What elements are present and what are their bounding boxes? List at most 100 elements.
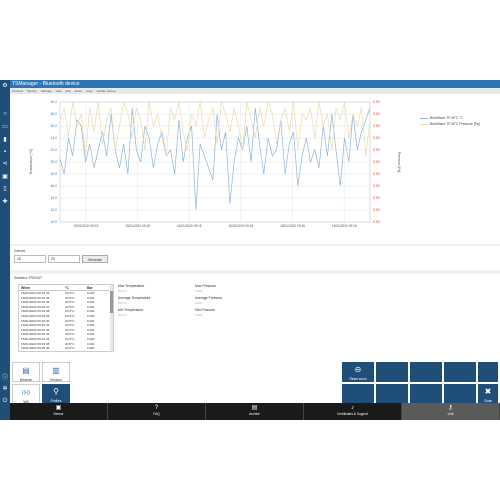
column-header[interactable]: Bar (87, 285, 109, 290)
power-icon[interactable]: ⏻ (2, 398, 8, 404)
table-cell: 0.001 (87, 351, 109, 352)
interval-label: Interval (14, 249, 26, 253)
stat-label: Max Pressure (195, 284, 216, 288)
close-icon: ✖ (484, 387, 492, 396)
book-icon[interactable]: ▯ (2, 186, 8, 192)
tile-label: Reset zoom (349, 377, 367, 381)
nav-archive[interactable]: ▤ Archive (206, 403, 304, 420)
tile-label: Measure (19, 378, 33, 382)
menu-item[interactable]: About (74, 89, 82, 93)
nav-sensor[interactable]: ▣ Sensor (10, 403, 108, 420)
y-tick-label: 10.0 (50, 220, 57, 224)
statistics-panel: Statistics TRHOAT When °C Bar 15/01/2020… (10, 274, 500, 360)
battery-icon[interactable]: ▮ (2, 137, 8, 143)
menu-item[interactable]: Logs (86, 89, 93, 93)
stat-value: 0.001 (195, 313, 203, 317)
nav-label: Sensor (53, 412, 64, 416)
stat-label: Average Pressure (195, 296, 223, 300)
interval-to-input[interactable]: 25 (48, 255, 80, 263)
y-tick-label: 14.0 (50, 196, 57, 200)
y2-tick-label: 0.00 (373, 208, 380, 212)
nav-label: FAQ (153, 412, 160, 416)
stat-value: 30.0°C (118, 289, 128, 293)
nav-certificates[interactable]: ♪ Certificates & Support (304, 403, 402, 420)
measure-tile[interactable]: ▤ Measure (12, 362, 40, 382)
y-tick-label: 26.0 (50, 124, 57, 128)
x-tick-label: 15/01/2020 09:15 (73, 224, 98, 228)
menu-item[interactable]: Settings (41, 89, 52, 93)
y-tick-label: 28.0 (50, 112, 57, 116)
gear-icon[interactable]: ✲ (2, 386, 8, 392)
x-tick-label: 15/01/2020 09:15 (125, 224, 150, 228)
column-header[interactable]: °C (65, 285, 87, 290)
column-header[interactable]: When (19, 285, 65, 290)
legend-swatch (420, 118, 428, 119)
interval-from-input[interactable]: 15 (14, 255, 46, 263)
legend-label: BlueWave TF-BTC Pressure [Pa] (430, 122, 480, 126)
y-tick-label: 20.0 (50, 160, 57, 164)
data-table: When °C Bar 15/01/2020 09:15:34 20.4°C 0.0… (18, 284, 114, 352)
empty-tile[interactable] (444, 384, 476, 404)
legend-label: BlueWave TF-BTC °C (430, 116, 464, 120)
display-icon[interactable]: ▣ (2, 174, 8, 180)
legend-item[interactable]: BlueWave TF-BTC Pressure [Pa] (420, 122, 500, 126)
key-icon: ⚷ (448, 405, 453, 411)
statistics-title: Statistics TRHOAT (14, 276, 43, 280)
menu-item[interactable]: Monitor (27, 89, 37, 93)
circle-icon[interactable]: ○ (2, 111, 8, 117)
y2-tick-label: 0.00 (373, 148, 380, 152)
wifi-tile[interactable]: ((•)) Wifi (12, 384, 40, 404)
empty-tile[interactable] (410, 362, 442, 382)
y-tick-label: 16.0 (50, 184, 57, 188)
help-icon: ? (154, 405, 159, 411)
sensors-tile[interactable]: ▥ Sensors (42, 362, 70, 382)
info-icon[interactable]: ⓘ (2, 375, 8, 381)
empty-tile[interactable] (444, 362, 476, 382)
y-tick-label: 22.0 (50, 148, 57, 152)
x-tick-label: 15/01/2020 09:16 (280, 224, 305, 228)
nav-label: Archive (249, 412, 260, 416)
monitor-icon[interactable]: ▭ (2, 124, 8, 130)
y2-tick-label: 0.00 (373, 112, 380, 116)
empty-tile[interactable] (410, 384, 442, 404)
sidebar: ⚙ ○ ▭ ▮ ▪ ⋖ ▣ ▯ ✚ ⓘ ✲ ⏻ (0, 80, 10, 420)
stat-value: 10.0°C (118, 313, 128, 317)
window-title: TSManager - Bluetooth device (10, 80, 500, 88)
menu-item[interactable]: Exit (66, 89, 71, 93)
empty-tile[interactable] (376, 362, 408, 382)
y2-tick-label: 0.00 (373, 100, 380, 104)
lock-icon[interactable]: ▪ (2, 149, 8, 155)
menu-item[interactable]: Help (56, 89, 62, 93)
bar-icon: ▥ (52, 366, 60, 375)
scroll-thumb[interactable] (110, 291, 113, 313)
empty-tile[interactable] (342, 384, 374, 404)
table-cell: 20.5°C (65, 351, 87, 352)
table-scrollbar[interactable] (110, 285, 113, 351)
empty-tile[interactable] (376, 384, 408, 404)
archive-icon: ▤ (251, 405, 258, 411)
y-axis-label: Temperature [°C] (29, 149, 33, 175)
reset-zoom-tile[interactable]: ⊖ Reset zoom (342, 362, 374, 382)
empty-tile[interactable] (478, 362, 498, 382)
bottom-navigation: ▣ Sensor ? FAQ ▤ Archive ♪ Certificates … (10, 403, 500, 420)
menu-item[interactable]: Update device (96, 89, 115, 93)
nav-faq[interactable]: ? FAQ (108, 403, 206, 420)
x-tick-label: 15/01/2020 09:16 (332, 224, 357, 228)
x-tick-label: 15/01/2020 09:15 (228, 224, 253, 228)
y2-tick-label: 0.00 (373, 124, 380, 128)
nav-unit[interactable]: ⚷ Unit (402, 403, 500, 420)
menu-item[interactable]: Connect (12, 89, 23, 93)
y2-tick-label: 0.00 (373, 172, 380, 176)
legend-item[interactable]: BlueWave TF-BTC °C (420, 116, 500, 120)
y-tick-label: 30.0 (50, 100, 57, 104)
puzzle-icon[interactable]: ✚ (2, 199, 8, 205)
table-row[interactable]: 15/01/2020 09:15:4720.5°C0.001 (19, 351, 113, 352)
close-tile[interactable]: ✖ Close (478, 384, 498, 404)
share-icon[interactable]: ⋖ (2, 161, 8, 167)
y2-tick-label: 0.00 (373, 184, 380, 188)
settings-icon[interactable]: ⚙ (2, 83, 8, 89)
y2-tick-label: 0.00 (373, 196, 380, 200)
generate-button[interactable]: Generate (82, 255, 108, 263)
profiles-tile[interactable]: ⚲ Profiles (42, 384, 70, 404)
table-cell: 15/01/2020 09:15:47 (19, 351, 65, 352)
